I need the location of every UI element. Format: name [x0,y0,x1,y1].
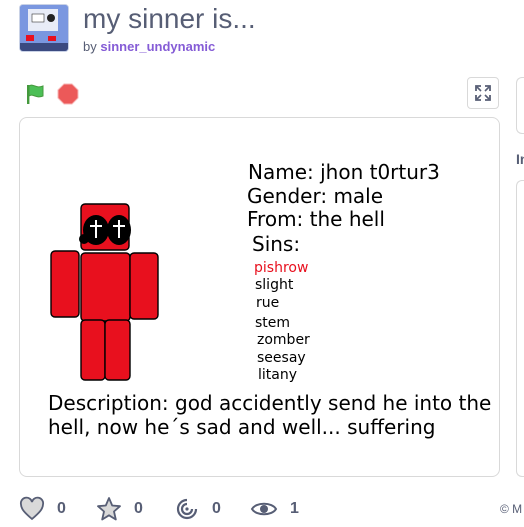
sin-item: rue [256,295,280,311]
stop-icon[interactable] [56,82,80,106]
side-panel-label: In [516,151,524,167]
sin-item: pishrow [254,260,309,276]
remix-icon [176,498,198,520]
sin-item: seesay [257,350,306,366]
sins-label: Sins: [252,232,301,256]
author-link[interactable]: sinner_undynamic [100,39,215,54]
sin-item: zomber [257,332,310,348]
project-stage[interactable]: Name: jhon t0rtur3 Gender: male From: th… [19,117,500,477]
gender-line: Gender: male [247,184,384,208]
love-stat[interactable]: 0 [19,496,66,522]
project-thumbnail[interactable] [19,4,69,52]
from-line: From: the hell [247,207,385,231]
thumbnail-image [20,5,68,51]
name-line: Name: jhon t0rtur3 [248,160,440,184]
project-title: my sinner is... [83,3,256,34]
fullscreen-button[interactable] [467,77,499,109]
remix-stat[interactable]: 0 [174,496,221,522]
sin-item: stem [255,315,291,331]
description-line-2: hell, now he´s sad and well... suffering [48,415,436,439]
fullscreen-icon [475,85,491,101]
view-count: 1 [290,500,299,517]
sin-item: slight [255,277,294,293]
eye-icon [250,502,278,516]
side-panel-box [516,180,524,477]
green-flag-icon[interactable] [23,82,47,106]
by-label: by [83,39,97,54]
star-icon [97,497,121,521]
remix-count: 0 [212,500,221,517]
favorite-count: 0 [134,500,143,517]
side-panel-card [516,77,524,134]
byline: by sinner_undynamic [83,39,215,54]
love-count: 0 [57,500,66,517]
character-sprite [50,203,159,381]
view-stat: 1 [250,496,299,522]
favorite-stat[interactable]: 0 [96,496,143,522]
heart-icon [20,496,44,521]
description-line-1: Description: god accidently send he into… [48,391,492,415]
sin-item: litany [258,367,298,383]
side-footer-text: © M [500,502,523,516]
